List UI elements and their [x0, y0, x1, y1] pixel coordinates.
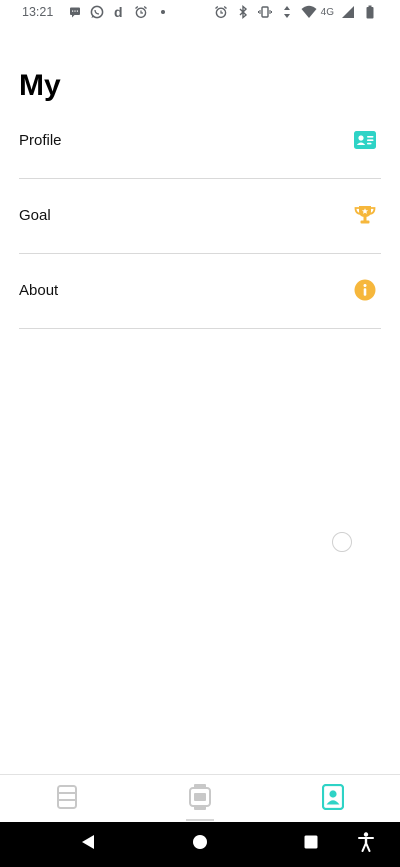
accessibility-button[interactable]: [346, 822, 386, 867]
status-right: 4G: [207, 4, 378, 20]
bluetooth-icon: [235, 4, 251, 20]
vibrate-icon: [257, 4, 273, 20]
person-icon: [322, 783, 345, 815]
recents-icon: [304, 835, 318, 854]
home-button[interactable]: [180, 822, 220, 867]
wifi-icon: [301, 4, 317, 20]
tab-profile[interactable]: [267, 775, 400, 823]
bottom-tab-bar: [0, 774, 400, 823]
info-icon: [353, 278, 377, 302]
menu-list: Profile Goal About: [19, 104, 381, 329]
profile-card-icon: [353, 128, 377, 152]
signal-icon: [340, 4, 356, 20]
back-icon: [81, 834, 95, 855]
d-app-icon: d: [111, 4, 127, 20]
recents-button[interactable]: [291, 822, 331, 867]
page-title: My: [19, 69, 61, 102]
menu-item-label: About: [19, 282, 59, 299]
whatsapp-icon: [89, 4, 105, 20]
d-app-letter: d: [114, 5, 123, 19]
dot-icon: [155, 4, 171, 20]
tab-underline: [185, 819, 214, 821]
system-nav-bar: [0, 822, 400, 867]
menu-item-profile[interactable]: Profile: [19, 104, 381, 179]
accessibility-icon: [358, 832, 374, 857]
alarm-icon: [213, 4, 229, 20]
floating-circle-button[interactable]: [332, 532, 352, 552]
data-arrows-icon: [279, 4, 295, 20]
list-icon: [56, 784, 77, 814]
back-button[interactable]: [68, 822, 108, 867]
tab-list[interactable]: [0, 775, 133, 823]
message-icon: [67, 4, 83, 20]
alarm-icon: [133, 4, 149, 20]
battery-icon: [362, 4, 378, 20]
trophy-icon: [353, 203, 377, 227]
menu-item-goal[interactable]: Goal: [19, 179, 381, 254]
status-bar: 13:21 d 4G: [0, 0, 400, 24]
watch-icon: [188, 783, 211, 816]
network-label: 4G: [320, 6, 334, 18]
home-icon: [192, 834, 208, 855]
menu-item-label: Goal: [19, 207, 51, 224]
tab-watch[interactable]: [133, 775, 266, 823]
status-time: 13:21: [22, 5, 54, 19]
status-left: 13:21 d: [22, 4, 177, 20]
menu-item-label: Profile: [19, 132, 62, 149]
menu-item-about[interactable]: About: [19, 254, 381, 329]
